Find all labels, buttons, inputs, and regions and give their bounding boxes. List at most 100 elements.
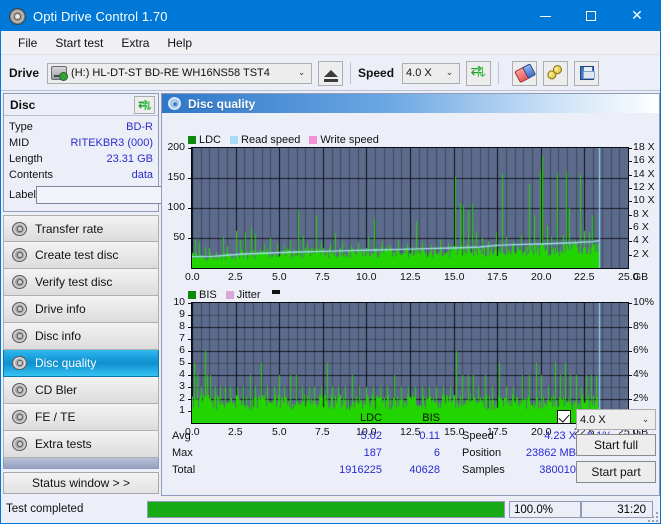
x-axis-tick-label: 2.5 [228, 271, 243, 283]
menu-file[interactable]: File [9, 33, 46, 53]
navigation-list: Transfer rate Create test disc Verify te… [3, 215, 159, 494]
legend-label-jitter: Jitter [236, 289, 261, 301]
position-readout-label: Position [462, 447, 502, 459]
maximize-button[interactable] [568, 1, 614, 31]
statistics-panel: LDC BIS Jitter Avg 5.02 0.11 -0.1% Max 1… [162, 406, 659, 495]
jitter-checkbox[interactable] [557, 410, 571, 424]
legend-label-ldc: LDC [199, 134, 222, 146]
disc-row-key: MID [9, 137, 30, 149]
binoculars-icon [545, 63, 566, 83]
sidebar-item-fe-te[interactable]: FE / TE [3, 404, 159, 431]
toolbar: Drive (H:) HL-DT-ST BD-RE WH16NS58 TST4 … [1, 56, 660, 91]
disc-row-key: Type [9, 121, 33, 133]
y-axis-tick [188, 363, 191, 364]
y2-axis-tick [629, 215, 632, 216]
disc-label-row: Label [9, 184, 238, 205]
sidebar-item-label: Transfer rate [35, 221, 104, 236]
status-bar: Test completed 100.0% 31:20 [1, 498, 660, 523]
sidebar-item-drive-info[interactable]: Drive info [3, 296, 159, 323]
refresh-button[interactable]: ⇄ ⇅ [466, 60, 492, 86]
toolbar-divider-2 [498, 62, 500, 84]
status-window-button[interactable]: Status window > > [3, 472, 159, 494]
y2-axis-tick-label: 12 X [633, 181, 655, 193]
inspect-button[interactable] [543, 60, 569, 86]
stats-avg-bis: 0.11 [419, 430, 440, 442]
x-axis-tick-label: 22.5 [574, 271, 595, 283]
bis-plot-canvas [192, 303, 628, 423]
y-axis-tick-label: 100 [167, 201, 185, 213]
sidebar-item-cd-bler[interactable]: CD Bler [3, 377, 159, 404]
y2-axis-tick [629, 241, 632, 242]
disc-info-header: Disc ⇄ ⇅ [4, 94, 158, 116]
disc-icon [12, 302, 27, 316]
eject-button[interactable] [318, 60, 344, 86]
status-text: Test completed [6, 503, 84, 515]
chevron-down-icon: ⌄ [641, 414, 650, 425]
erase-button[interactable] [512, 60, 538, 86]
minimize-button[interactable] [522, 1, 568, 31]
disc-row-value: data [131, 169, 153, 181]
x-axis-tick-label: 20.0 [531, 271, 552, 283]
start-full-button[interactable]: Start full [576, 434, 656, 456]
sidebar-item-extra-tests[interactable]: Extra tests [3, 431, 159, 458]
y-axis-tick [188, 375, 191, 376]
drive-icon [51, 66, 69, 81]
y-axis-tick [188, 178, 191, 179]
samples-readout-value: 380010 [539, 464, 576, 476]
drive-select[interactable]: (H:) HL-DT-ST BD-RE WH16NS58 TST4 ⌄ [47, 62, 313, 84]
x-axis-tick-label: 17.5 [487, 271, 508, 283]
speed-readout-label: Speed [462, 430, 494, 442]
test-speed-value: 4.0 X [580, 413, 606, 426]
menu-extra[interactable]: Extra [112, 33, 158, 53]
sidebar-item-verify-test-disc[interactable]: Verify test disc [3, 269, 159, 296]
x-axis-tick-label: 5.0 [272, 271, 287, 283]
ldc-plot-area[interactable] [191, 147, 629, 269]
stats-col-ldc: LDC [359, 412, 382, 424]
resize-grip[interactable] [648, 512, 658, 522]
disc-icon [12, 383, 27, 397]
menu-help[interactable]: Help [158, 33, 201, 53]
elapsed-time: 31:20 [581, 501, 653, 518]
y-axis-tick-label: 2 [179, 392, 185, 404]
samples-readout-label: Samples [462, 464, 505, 476]
y2-axis-tick [629, 399, 632, 400]
y-axis-tick [188, 327, 191, 328]
sidebar-item-disc-info[interactable]: Disc info [3, 323, 159, 350]
close-button[interactable]: ✕ [614, 1, 660, 31]
stats-avg-ldc: 5.02 [360, 430, 382, 442]
save-button[interactable] [574, 60, 600, 86]
sidebar-item-transfer-rate[interactable]: Transfer rate [3, 215, 159, 242]
refresh-icon: ⇄ ⇅ [138, 97, 153, 113]
chevron-down-icon: ⌄ [445, 68, 454, 78]
disc-icon [12, 221, 27, 236]
y-axis-tick-label: 200 [167, 141, 185, 153]
y-axis-tick [188, 148, 191, 149]
sidebar-item-create-test-disc[interactable]: Create test disc [3, 242, 159, 269]
y-axis-tick-label: 10 [173, 296, 185, 308]
disc-info-rows: Type BD-R MID RITEKBR3 (000) Length 23.3… [4, 116, 238, 205]
refresh-icon: ⇄ ⇅ [470, 63, 487, 81]
y-axis-tick-label: 50 [173, 231, 185, 243]
y2-axis-tick-label: 10% [633, 296, 655, 308]
y-axis-tick-label: 4 [179, 368, 185, 380]
close-icon: ✕ [631, 8, 643, 24]
disc-row-type: Type BD-R [9, 119, 153, 135]
legend-swatch-write-speed [309, 136, 318, 144]
sidebar-item-disc-quality[interactable]: Disc quality [3, 350, 159, 377]
ldc-chart-legend: LDC Read speed Write speed [188, 134, 385, 146]
start-part-button[interactable]: Start part [576, 461, 656, 483]
menu-start-test[interactable]: Start test [46, 33, 112, 53]
sidebar-item-label: Verify test disc [35, 275, 113, 289]
speed-select[interactable]: 4.0 X ⌄ [402, 62, 461, 84]
eject-icon [323, 69, 338, 82]
y-axis-tick-label: 150 [167, 171, 185, 183]
y2-axis-tick-label: 6% [633, 344, 649, 356]
y-axis-tick-label: 6 [179, 344, 185, 356]
y-axis-tick-label: 8 [179, 320, 185, 332]
y2-axis-tick-label: 8% [633, 320, 649, 332]
test-speed-select[interactable]: 4.0 X ⌄ [576, 409, 656, 430]
y-axis-tick [188, 339, 191, 340]
disc-refresh-button[interactable]: ⇄ ⇅ [134, 95, 155, 114]
app-icon [9, 7, 26, 25]
y2-axis-tick-label: 10 X [633, 194, 655, 207]
